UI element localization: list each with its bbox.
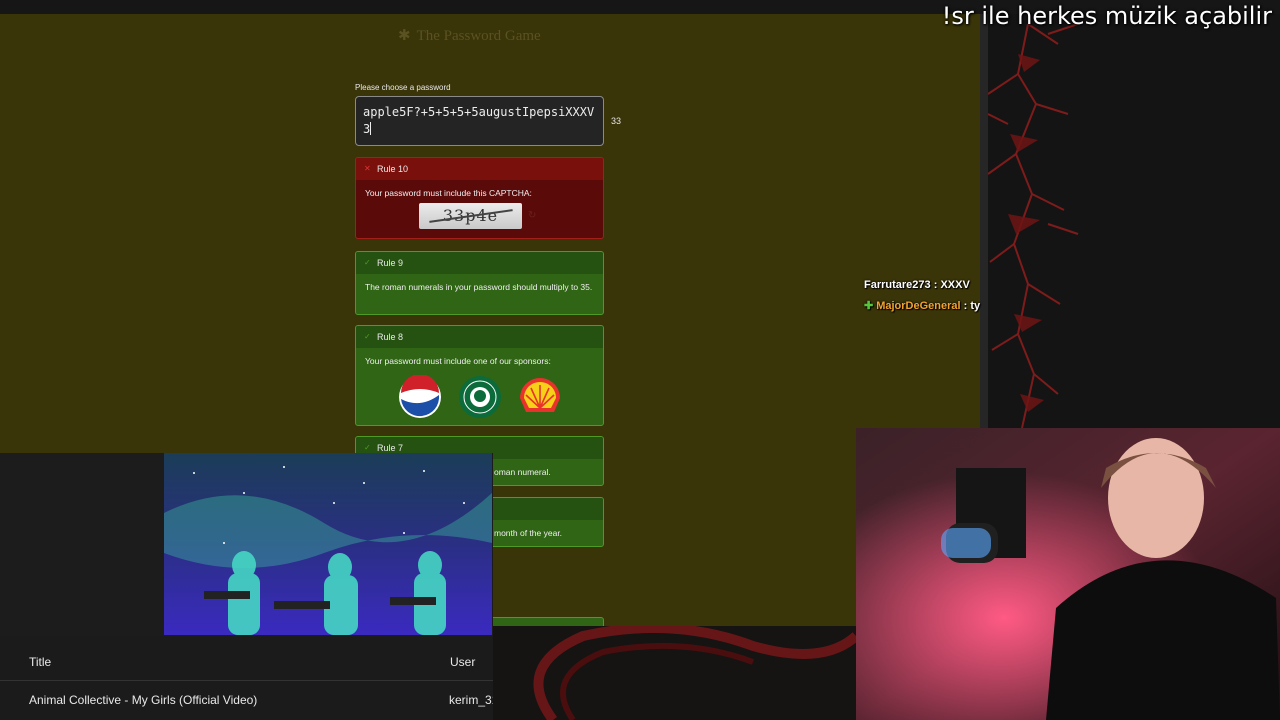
captcha-image: 33p4e — [419, 203, 522, 229]
rule-header: ✕ Rule 10 — [356, 158, 603, 180]
column-user[interactable]: User — [450, 655, 475, 669]
character-count: 33 — [611, 116, 622, 126]
pepsi-logo — [397, 374, 443, 420]
password-label: Please choose a password — [355, 83, 451, 92]
song-request-banner: !sr ile herkes müzik açabilir — [941, 2, 1272, 30]
rule-8-card: ✓ Rule 8 Your password must include one … — [355, 325, 604, 426]
chat-overlay: Farrutare273 : XXXV ✚ MajorDeGeneral : ty — [864, 275, 980, 317]
stream-background-art — [988, 14, 1280, 428]
game-title: ✱ The Password Game — [398, 26, 541, 45]
rule-body: Your password must include one of our sp… — [356, 348, 603, 424]
chat-username: MajorDeGeneral — [876, 300, 961, 312]
table-row[interactable]: Animal Collective - My Girls (Official V… — [0, 681, 498, 720]
check-icon: ✓ — [364, 332, 371, 341]
rule-label: Rule 8 — [377, 332, 404, 342]
song-title: Animal Collective - My Girls (Official V… — [29, 693, 258, 707]
webcam-feed — [856, 428, 1280, 720]
rule-label: Rule 9 — [377, 258, 404, 268]
starbucks-logo — [457, 374, 503, 420]
chat-message: ✚ MajorDeGeneral : ty — [864, 300, 981, 312]
video-preview[interactable] — [164, 453, 492, 635]
column-title[interactable]: Title — [29, 655, 51, 669]
game-title-text: The Password Game — [416, 28, 541, 44]
rule-header: ✓ Rule 8 — [356, 326, 603, 348]
rule-label: Rule 10 — [377, 164, 409, 174]
text-caret — [370, 122, 372, 135]
stream-background-art-bottom — [493, 626, 856, 720]
plus-icon: ✚ — [864, 300, 874, 312]
rule-text: Your password must include this CAPTCHA: — [365, 188, 532, 198]
rule-10-card: ✕ Rule 10 Your password must include thi… — [355, 157, 604, 239]
password-value: apple5F?+5+5+5+5augustIpepsiXXXV3 — [363, 105, 595, 136]
rule-text: The roman numerals in your password shou… — [365, 282, 593, 292]
rule-9-card: ✓ Rule 9 The roman numerals in your pass… — [355, 251, 604, 315]
sponsor-logos — [365, 374, 594, 420]
page-scrollbar[interactable] — [980, 14, 988, 428]
check-icon: ✓ — [364, 258, 371, 267]
rule-header: ✓ Rule 9 — [356, 252, 603, 274]
rule-body: Your password must include this CAPTCHA:… — [356, 180, 603, 237]
x-icon: ✕ — [364, 164, 371, 173]
song-queue-table: Title User Animal Collective - My Girls … — [0, 636, 498, 720]
table-header: Title User — [0, 636, 493, 681]
password-input[interactable]: apple5F?+5+5+5+5augustIpepsiXXXV3 — [355, 96, 604, 146]
refresh-icon[interactable]: ↻ — [528, 209, 536, 223]
chat-username: Farrutare273 — [864, 279, 931, 291]
shell-logo — [517, 374, 563, 420]
song-requester: kerim_31 — [449, 693, 499, 707]
rule-text: Your password must include one of our sp… — [365, 356, 551, 366]
chat-message: Farrutare273 : XXXV — [864, 279, 970, 291]
star-icon: ✱ — [398, 28, 411, 44]
chat-text: ty — [970, 300, 981, 312]
captcha-row: 33p4e ↻ — [419, 203, 594, 229]
chat-text: XXXV — [940, 279, 970, 291]
